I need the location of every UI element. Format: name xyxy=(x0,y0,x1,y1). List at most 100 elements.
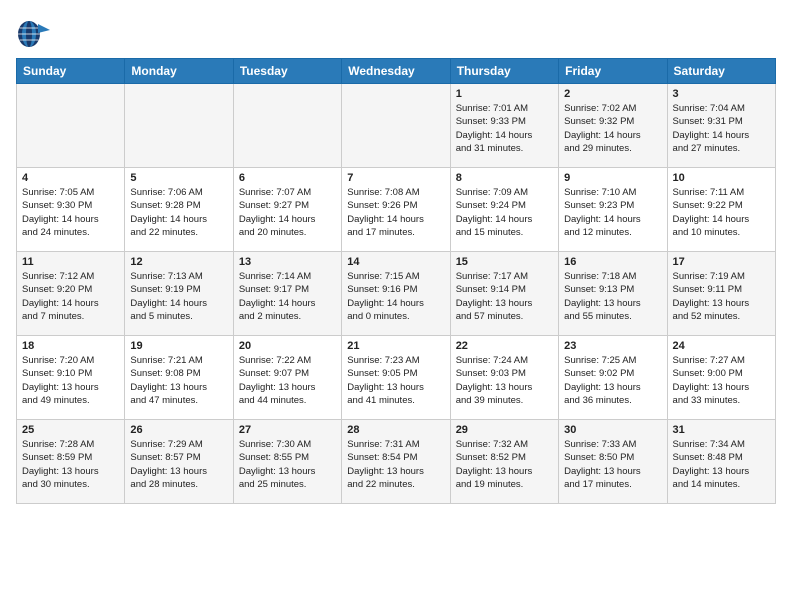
day-cell: 26Sunrise: 7:29 AM Sunset: 8:57 PM Dayli… xyxy=(125,420,233,504)
day-number: 8 xyxy=(456,172,553,184)
day-number: 19 xyxy=(130,340,227,352)
day-info: Sunrise: 7:23 AM Sunset: 9:05 PM Dayligh… xyxy=(347,354,444,407)
day-info: Sunrise: 7:06 AM Sunset: 9:28 PM Dayligh… xyxy=(130,186,227,239)
day-info: Sunrise: 7:01 AM Sunset: 9:33 PM Dayligh… xyxy=(456,102,553,155)
day-info: Sunrise: 7:05 AM Sunset: 9:30 PM Dayligh… xyxy=(22,186,119,239)
day-info: Sunrise: 7:32 AM Sunset: 8:52 PM Dayligh… xyxy=(456,438,553,491)
day-info: Sunrise: 7:11 AM Sunset: 9:22 PM Dayligh… xyxy=(673,186,770,239)
day-number: 27 xyxy=(239,424,336,436)
day-cell: 5 Sunrise: 7:06 AM Sunset: 9:28 PM Daylig… xyxy=(125,168,233,252)
day-info: Sunrise: 7:19 AM Sunset: 9:11 PM Dayligh… xyxy=(673,270,770,323)
header xyxy=(16,12,776,52)
day-cell: 9 Sunrise: 7:10 AM Sunset: 9:23 PM Daylig… xyxy=(559,168,667,252)
day-cell: 25Sunrise: 7:28 AM Sunset: 8:59 PM Dayli… xyxy=(17,420,125,504)
day-info: Sunrise: 7:15 AM Sunset: 9:16 PM Dayligh… xyxy=(347,270,444,323)
day-number: 1 xyxy=(456,88,553,100)
day-cell: 28 Sunrise: 7:31 AM Sunset: 8:54 PM Dayli… xyxy=(342,420,450,504)
day-number: 4 xyxy=(22,172,119,184)
day-number: 24 xyxy=(673,340,770,352)
logo xyxy=(16,16,56,52)
day-cell xyxy=(17,84,125,168)
weekday-tuesday: Tuesday xyxy=(233,59,341,84)
day-cell: 22 Sunrise: 7:24 AM Sunset: 9:03 PM Dayli… xyxy=(450,336,558,420)
day-cell: 7Sunrise: 7:08 AM Sunset: 9:26 PM Daylig… xyxy=(342,168,450,252)
calendar-table: SundayMondayTuesdayWednesdayThursdayFrid… xyxy=(16,58,776,504)
day-cell: 4 Sunrise: 7:05 AM Sunset: 9:30 PM Daylig… xyxy=(17,168,125,252)
day-info: Sunrise: 7:07 AM Sunset: 9:27 PM Dayligh… xyxy=(239,186,336,239)
week-row-4: 18Sunrise: 7:20 AM Sunset: 9:10 PM Dayli… xyxy=(17,336,776,420)
day-info: Sunrise: 7:14 AM Sunset: 9:17 PM Dayligh… xyxy=(239,270,336,323)
page: SundayMondayTuesdayWednesdayThursdayFrid… xyxy=(0,0,792,512)
day-cell: 12 Sunrise: 7:13 AM Sunset: 9:19 PM Dayli… xyxy=(125,252,233,336)
week-row-2: 4 Sunrise: 7:05 AM Sunset: 9:30 PM Daylig… xyxy=(17,168,776,252)
week-row-3: 11 Sunrise: 7:12 AM Sunset: 9:20 PM Dayli… xyxy=(17,252,776,336)
day-info: Sunrise: 7:09 AM Sunset: 9:24 PM Dayligh… xyxy=(456,186,553,239)
day-cell: 14 Sunrise: 7:15 AM Sunset: 9:16 PM Dayli… xyxy=(342,252,450,336)
day-cell: 2 Sunrise: 7:02 AM Sunset: 9:32 PM Daylig… xyxy=(559,84,667,168)
day-info: Sunrise: 7:33 AM Sunset: 8:50 PM Dayligh… xyxy=(564,438,661,491)
day-info: Sunrise: 7:04 AM Sunset: 9:31 PM Dayligh… xyxy=(673,102,770,155)
day-cell: 23 Sunrise: 7:25 AM Sunset: 9:02 PM Dayli… xyxy=(559,336,667,420)
day-cell: 18Sunrise: 7:20 AM Sunset: 9:10 PM Dayli… xyxy=(17,336,125,420)
day-info: Sunrise: 7:21 AM Sunset: 9:08 PM Dayligh… xyxy=(130,354,227,407)
day-cell: 20 Sunrise: 7:22 AM Sunset: 9:07 PM Dayli… xyxy=(233,336,341,420)
day-cell: 6 Sunrise: 7:07 AM Sunset: 9:27 PM Daylig… xyxy=(233,168,341,252)
day-cell: 27 Sunrise: 7:30 AM Sunset: 8:55 PM Dayli… xyxy=(233,420,341,504)
day-info: Sunrise: 7:17 AM Sunset: 9:14 PM Dayligh… xyxy=(456,270,553,323)
day-number: 15 xyxy=(456,256,553,268)
day-number: 17 xyxy=(673,256,770,268)
day-cell: 15 Sunrise: 7:17 AM Sunset: 9:14 PM Dayli… xyxy=(450,252,558,336)
day-number: 11 xyxy=(22,256,119,268)
day-number: 7 xyxy=(347,172,444,184)
weekday-wednesday: Wednesday xyxy=(342,59,450,84)
day-info: Sunrise: 7:29 AM Sunset: 8:57 PM Dayligh… xyxy=(130,438,227,491)
day-cell: 29 Sunrise: 7:32 AM Sunset: 8:52 PM Dayli… xyxy=(450,420,558,504)
day-cell: 30 Sunrise: 7:33 AM Sunset: 8:50 PM Dayli… xyxy=(559,420,667,504)
day-cell: 21 Sunrise: 7:23 AM Sunset: 9:05 PM Dayli… xyxy=(342,336,450,420)
day-cell: 1 Sunrise: 7:01 AM Sunset: 9:33 PM Daylig… xyxy=(450,84,558,168)
day-info: Sunrise: 7:10 AM Sunset: 9:23 PM Dayligh… xyxy=(564,186,661,239)
weekday-friday: Friday xyxy=(559,59,667,84)
day-cell: 19 Sunrise: 7:21 AM Sunset: 9:08 PM Dayli… xyxy=(125,336,233,420)
day-number: 3 xyxy=(673,88,770,100)
day-number: 30 xyxy=(564,424,661,436)
day-number: 21 xyxy=(347,340,444,352)
day-number: 9 xyxy=(564,172,661,184)
day-number: 29 xyxy=(456,424,553,436)
weekday-header-row: SundayMondayTuesdayWednesdayThursdayFrid… xyxy=(17,59,776,84)
day-number: 25 xyxy=(22,424,119,436)
weekday-thursday: Thursday xyxy=(450,59,558,84)
week-row-5: 25Sunrise: 7:28 AM Sunset: 8:59 PM Dayli… xyxy=(17,420,776,504)
day-cell: 11 Sunrise: 7:12 AM Sunset: 9:20 PM Dayli… xyxy=(17,252,125,336)
day-info: Sunrise: 7:22 AM Sunset: 9:07 PM Dayligh… xyxy=(239,354,336,407)
logo-icon xyxy=(16,16,52,52)
day-cell: 8 Sunrise: 7:09 AM Sunset: 9:24 PM Daylig… xyxy=(450,168,558,252)
day-number: 5 xyxy=(130,172,227,184)
day-number: 20 xyxy=(239,340,336,352)
day-cell: 10Sunrise: 7:11 AM Sunset: 9:22 PM Dayli… xyxy=(667,168,775,252)
day-number: 16 xyxy=(564,256,661,268)
day-info: Sunrise: 7:13 AM Sunset: 9:19 PM Dayligh… xyxy=(130,270,227,323)
day-number: 22 xyxy=(456,340,553,352)
day-info: Sunrise: 7:12 AM Sunset: 9:20 PM Dayligh… xyxy=(22,270,119,323)
weekday-monday: Monday xyxy=(125,59,233,84)
day-info: Sunrise: 7:02 AM Sunset: 9:32 PM Dayligh… xyxy=(564,102,661,155)
weekday-saturday: Saturday xyxy=(667,59,775,84)
day-number: 18 xyxy=(22,340,119,352)
day-cell: 17 Sunrise: 7:19 AM Sunset: 9:11 PM Dayli… xyxy=(667,252,775,336)
weekday-sunday: Sunday xyxy=(17,59,125,84)
day-number: 12 xyxy=(130,256,227,268)
day-number: 14 xyxy=(347,256,444,268)
day-info: Sunrise: 7:31 AM Sunset: 8:54 PM Dayligh… xyxy=(347,438,444,491)
day-info: Sunrise: 7:24 AM Sunset: 9:03 PM Dayligh… xyxy=(456,354,553,407)
day-info: Sunrise: 7:25 AM Sunset: 9:02 PM Dayligh… xyxy=(564,354,661,407)
day-number: 23 xyxy=(564,340,661,352)
day-number: 28 xyxy=(347,424,444,436)
day-cell xyxy=(125,84,233,168)
day-info: Sunrise: 7:30 AM Sunset: 8:55 PM Dayligh… xyxy=(239,438,336,491)
day-cell xyxy=(342,84,450,168)
day-info: Sunrise: 7:34 AM Sunset: 8:48 PM Dayligh… xyxy=(673,438,770,491)
day-number: 6 xyxy=(239,172,336,184)
day-number: 31 xyxy=(673,424,770,436)
day-number: 2 xyxy=(564,88,661,100)
